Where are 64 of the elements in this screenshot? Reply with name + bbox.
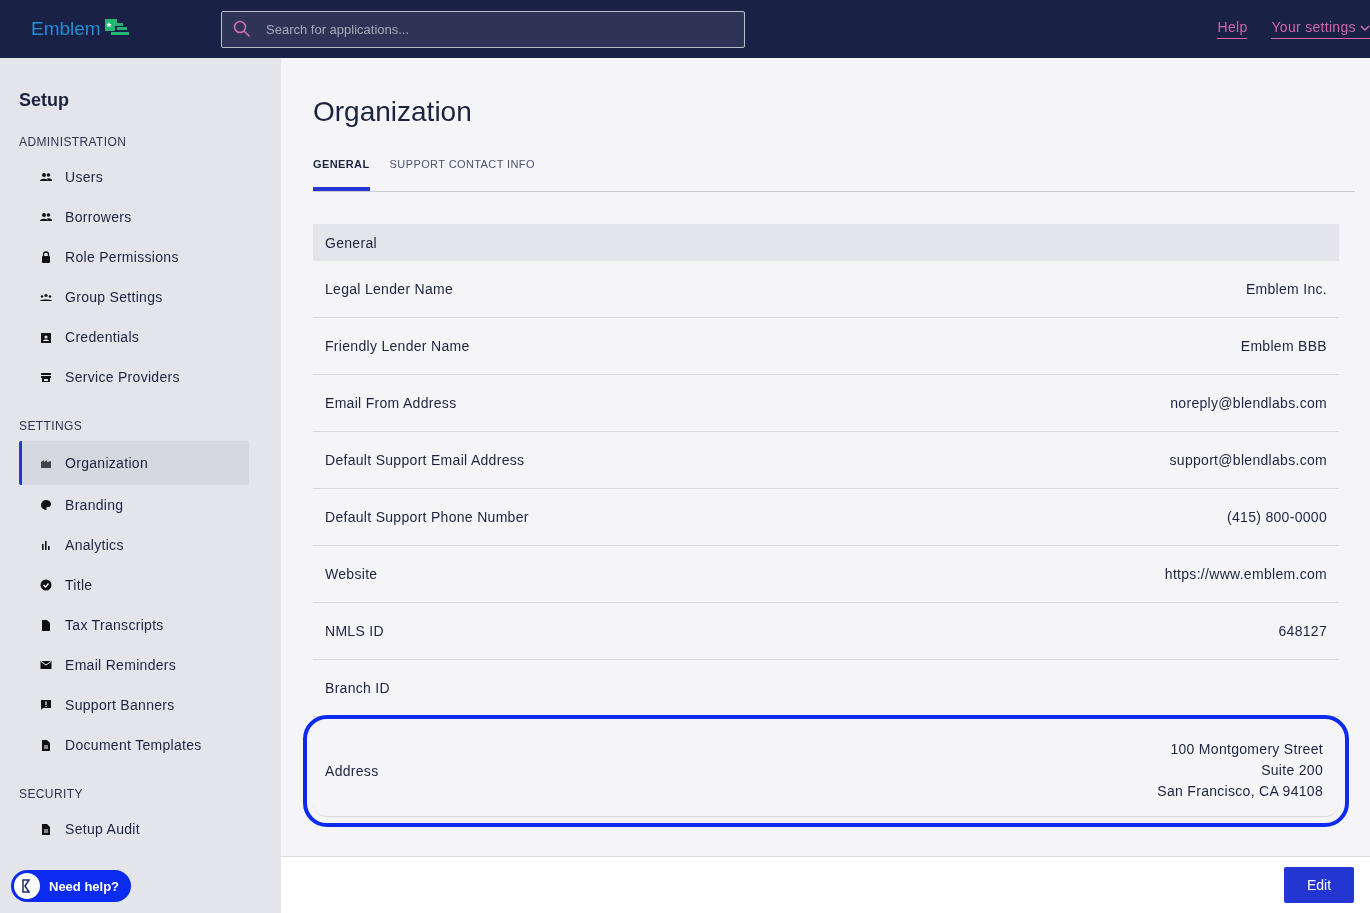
sidebar-item[interactable]: Email Reminders [19,645,249,685]
sidebar-item[interactable]: Borrowers [19,197,249,237]
field-value: Emblem Inc. [1245,279,1327,299]
sidebar-item[interactable]: Analytics [19,525,249,565]
page-title: Organization [313,96,473,128]
search-field[interactable]: Search for applications... [221,10,745,48]
field-value: 100 Montgomery Street Suite 200 San Francisco, CA 94108 [1157,740,1323,801]
tab[interactable]: SUPPORT CONTACT INFO [389,158,535,191]
people-icon [40,171,52,183]
section-heading: SECURITY [19,787,84,801]
help-button[interactable]: Need help? [11,870,132,902]
store-icon [40,371,52,383]
lock-icon [40,251,52,263]
sidebar-item[interactable]: Credentials [19,317,249,357]
settings-menu[interactable]: Your settings [1271,19,1370,39]
doc-icon [40,823,52,835]
table-heading: General [313,224,1339,261]
section-heading: SETTINGS [19,419,84,433]
field-label: Default Support Email Address [325,452,525,468]
field-label: Website [325,566,378,582]
field-label: Legal Lender Name [325,281,454,297]
verified-icon [40,579,52,591]
field-value: Emblem BBB [1240,336,1327,356]
tab[interactable]: GENERAL [313,158,370,191]
section-heading: ADMINISTRATION [19,135,128,149]
sidebar-item[interactable]: Role Permissions [19,237,249,277]
field-value: support@blendlabs.com [1169,450,1327,470]
field-label: NMLS ID [325,623,384,639]
field-value: 648127 [1278,621,1327,641]
badge-icon [40,331,52,343]
doc-icon [40,739,52,751]
palette-icon [40,499,52,511]
field-label: Default Support Phone Number [325,509,529,525]
edit-button[interactable]: Edit [1284,867,1354,903]
sidebar-item[interactable]: Organization [19,441,249,485]
field-label: Address [325,762,379,779]
field-value: noreply@blendlabs.com [1170,393,1327,413]
help-link[interactable]: Help [1217,19,1248,39]
field-value: (415) 800-0000 [1227,507,1327,527]
logo-icon [13,872,41,900]
sidebar-item[interactable]: Title [19,565,249,605]
building-icon [40,457,52,469]
field-label: Email From Address [325,395,457,411]
search-icon [233,19,251,38]
group-icon [40,291,52,303]
sidebar-item[interactable]: Branding [19,485,249,525]
people-icon [40,211,52,223]
sidebar-item[interactable]: Document Templates [19,725,249,765]
sidebar-item[interactable]: Service Providers [19,357,249,397]
sidebar-item[interactable]: Tax Transcripts [19,605,249,645]
alert-icon [40,699,52,711]
bars-icon [40,539,52,551]
logo-text[interactable]: Emblem [31,18,101,40]
field-label: Branch ID [325,680,390,696]
sidebar-item[interactable]: Support Banners [19,685,249,725]
sidebar-title: Setup [19,90,70,111]
field-value: https://www.emblem.com [1164,564,1327,584]
sidebar-item[interactable]: Users [19,157,249,197]
mail-icon [40,659,52,671]
sidebar-item[interactable]: Setup Audit [19,809,249,849]
field-label: Friendly Lender Name [325,338,470,354]
file-icon [40,619,52,631]
sidebar-item[interactable]: Group Settings [19,277,249,317]
caret-icon [1360,24,1370,32]
